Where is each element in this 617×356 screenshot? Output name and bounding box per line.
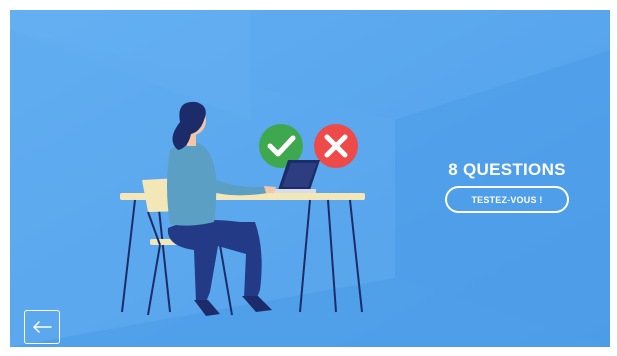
arrow-left-icon xyxy=(33,321,52,333)
quiz-intro-screen: 8 QUESTIONS TESTEZ-VOUS ! xyxy=(10,10,610,347)
back-button[interactable] xyxy=(24,310,60,344)
close-icon xyxy=(314,124,358,168)
quiz-title: 8 QUESTIONS xyxy=(448,160,566,179)
quiz-cta: 8 QUESTIONS TESTEZ-VOUS ! xyxy=(422,160,592,213)
start-quiz-button[interactable]: TESTEZ-VOUS ! xyxy=(445,186,569,213)
